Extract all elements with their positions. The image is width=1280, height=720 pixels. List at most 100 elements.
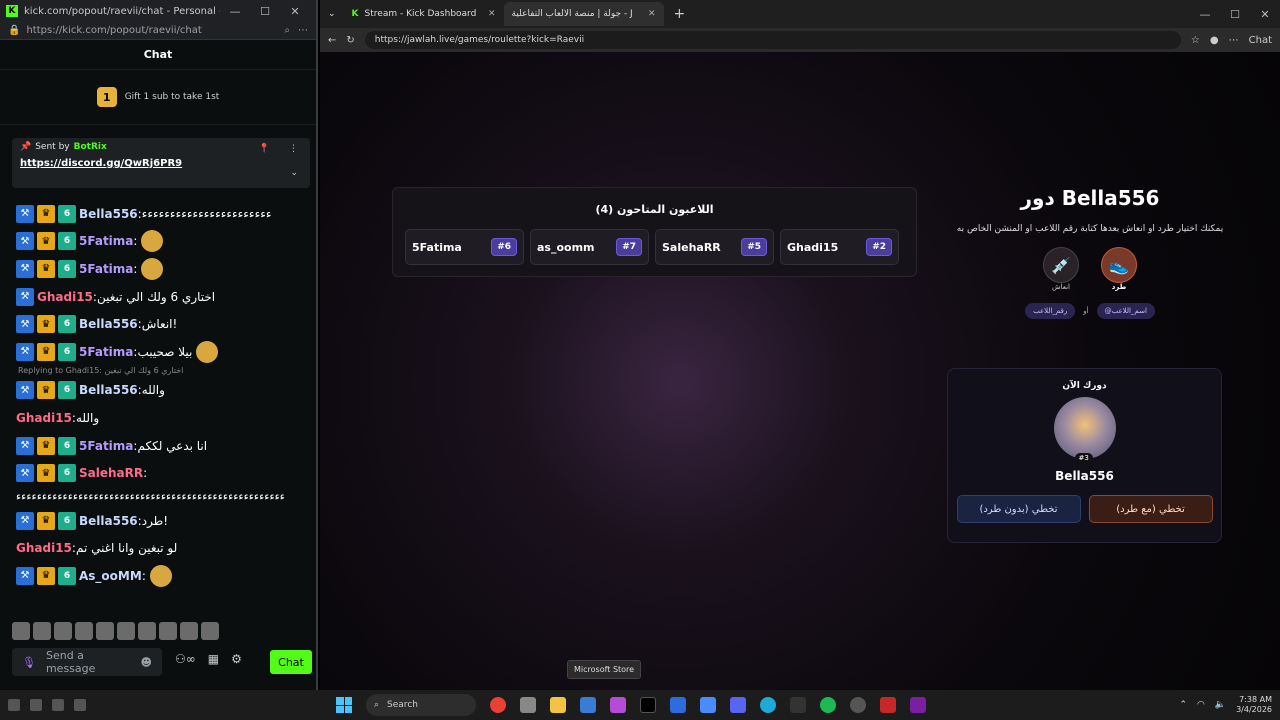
discord-icon[interactable] (730, 697, 746, 713)
taskbar-search[interactable]: ⌕ Search (366, 694, 476, 716)
start-icon[interactable] (336, 697, 352, 713)
kick-url[interactable]: https://kick.com/popout/raevii/chat (26, 25, 284, 36)
kick-action[interactable]: 👟 طرد (1101, 247, 1137, 291)
chat-username[interactable]: Bella556 (79, 207, 138, 221)
crown-badge-icon[interactable]: ♛ (37, 315, 55, 334)
skip-with-kick-button[interactable]: تخطي (مع طرد) (1088, 495, 1213, 523)
store-icon[interactable] (580, 697, 596, 713)
crown-badge-icon[interactable]: ♛ (37, 511, 55, 530)
chat-message[interactable]: ⚒ ♛ 6 5Fatima: بيلا صحيبب (0, 338, 316, 366)
tab-close-icon[interactable]: ✕ (488, 9, 496, 19)
gear-icon[interactable]: ⚙ (231, 652, 242, 666)
chat-message[interactable]: ⚒ ♛ 6 Bella556: طرد! (0, 507, 316, 535)
tab-actions-icon[interactable]: ⌄ (320, 9, 344, 19)
emoji-icon[interactable]: ☻ (141, 656, 152, 669)
crown-badge-icon[interactable]: ♛ (37, 259, 55, 278)
chat-username[interactable]: SalehaRR (79, 466, 143, 480)
taskbar-app-icon[interactable] (30, 699, 42, 711)
chat-message[interactable]: Ghadi15: لو تبغين وانا اغني تم (0, 535, 316, 563)
refresh-icon[interactable]: ↻ (346, 35, 354, 46)
moderator-badge-icon[interactable]: ⚒ (16, 464, 34, 483)
app-icon[interactable] (790, 697, 806, 713)
chat-username[interactable]: Bella556 (79, 317, 138, 331)
moderator-badge-icon[interactable]: ⚒ (16, 436, 34, 455)
sub-badge-icon[interactable]: 6 (58, 436, 76, 455)
emote-icon[interactable] (201, 622, 219, 640)
crown-badge-icon[interactable]: ♛ (37, 381, 55, 400)
app-icon[interactable] (670, 697, 686, 713)
crown-badge-icon[interactable]: ♛ (37, 436, 55, 455)
app-icon[interactable] (850, 697, 866, 713)
player-card[interactable]: SalehaRR #5 (655, 229, 774, 265)
settings-more-icon[interactable]: ⋯ (1229, 35, 1239, 46)
notepad-icon[interactable] (700, 697, 716, 713)
volume-icon[interactable]: 🔈 (1215, 700, 1226, 710)
close-icon[interactable]: ✕ (280, 5, 310, 18)
discord-link[interactable]: https://discord.gg/QwRj6PR9 (20, 158, 302, 169)
emote-icon[interactable] (54, 622, 72, 640)
chat-username[interactable]: 5Fatima (79, 345, 133, 359)
emote-icon[interactable] (75, 622, 93, 640)
app-icon[interactable] (880, 697, 896, 713)
crown-badge-icon[interactable]: ♛ (37, 204, 55, 223)
wifi-icon[interactable]: ◠ (1197, 700, 1205, 710)
address-bar[interactable]: https://jawlah.live/games/roulette?kick=… (364, 31, 1181, 49)
chat-message[interactable]: ⚒ ♛ 6 Bella556: انعاش! (0, 310, 316, 338)
chat-message[interactable]: ⚒ ♛ 6 SalehaRR: (0, 459, 316, 487)
chat-username[interactable]: Ghadi15 (16, 411, 72, 425)
maximize-icon[interactable]: ☐ (1220, 8, 1250, 21)
copilot-icon[interactable] (610, 697, 626, 713)
chevron-down-icon[interactable]: ⌄ (290, 168, 298, 178)
sub-badge-icon[interactable]: 6 (58, 381, 76, 400)
message-input[interactable]: 🎙 Send a message ☻ (12, 648, 162, 676)
chat-username[interactable]: 5Fatima (79, 439, 133, 453)
moderator-badge-icon[interactable]: ⚒ (16, 342, 34, 361)
unpin-icon[interactable]: 📍 (259, 144, 270, 154)
tiktok-icon[interactable] (640, 697, 656, 713)
revive-action[interactable]: 💉 انعاش (1043, 247, 1079, 291)
settings-icon[interactable] (520, 697, 536, 713)
chat-username[interactable]: 5Fatima (79, 234, 133, 248)
copilot-chat-button[interactable]: Chat (1249, 35, 1272, 46)
store-icon[interactable]: ▦ (208, 652, 219, 666)
botrix-name[interactable]: BotRix (74, 142, 107, 152)
taskbar-app-icon[interactable] (52, 699, 64, 711)
chat-send-button[interactable]: Chat (270, 650, 312, 674)
skip-without-kick-button[interactable]: تخطي (بدون طرد) (956, 495, 1081, 523)
chat-message[interactable]: ⚒ ♛ 6 5Fatima: (0, 255, 316, 283)
sub-badge-icon[interactable]: 6 (58, 511, 76, 530)
app-icon[interactable] (910, 697, 926, 713)
close-icon[interactable]: ✕ (1250, 8, 1280, 21)
folder-icon[interactable] (550, 697, 566, 713)
spotify-icon[interactable] (820, 697, 836, 713)
pinned-more-icon[interactable]: ⋮ (289, 144, 298, 154)
sub-badge-icon[interactable]: 6 (58, 464, 76, 483)
moderator-badge-icon[interactable]: ⚒ (16, 315, 34, 334)
chat-message[interactable]: ⚒ ♛ 6 As_ooMM: (0, 562, 316, 590)
tab-jawlah[interactable]: جولة | منصة الألعاب التفاعلية - Jawlah ✕ (503, 2, 664, 26)
chat-username[interactable]: 5Fatima (79, 262, 133, 276)
moderator-badge-icon[interactable]: ⚒ (16, 232, 34, 251)
moderator-badge-icon[interactable]: ⚒ (16, 511, 34, 530)
chat-username[interactable]: Ghadi15 (16, 541, 72, 555)
moderator-badge-icon[interactable]: ⚒ (16, 381, 34, 400)
emote-icon[interactable] (117, 622, 135, 640)
back-icon[interactable]: ← (328, 35, 336, 46)
player-card[interactable]: as_oomm #7 (530, 229, 649, 265)
crown-badge-icon[interactable]: ♛ (37, 232, 55, 251)
minimize-icon[interactable]: — (220, 5, 250, 18)
sub-badge-icon[interactable]: 6 (58, 259, 76, 278)
chat-message[interactable]: Ghadi15: والله (0, 404, 316, 432)
crown-badge-icon[interactable]: ♛ (37, 566, 55, 585)
maximize-icon[interactable]: ☐ (250, 5, 280, 18)
sub-badge-icon[interactable]: 6 (58, 566, 76, 585)
taskbar-app-icon[interactable] (8, 699, 20, 711)
emote-icon[interactable] (96, 622, 114, 640)
player-card[interactable]: 5Fatima #6 (405, 229, 524, 265)
chat-username[interactable]: As_ooMM (79, 569, 142, 583)
clock[interactable]: 7:38 AM 3/4/2026 (1236, 695, 1272, 715)
moderator-badge-icon[interactable]: ⚒ (16, 204, 34, 223)
chat-message[interactable]: ⚒ ♛ 6 Bella556: والله (0, 377, 316, 405)
tray-chevron-icon[interactable]: ⌃ (1179, 700, 1187, 710)
edge-icon[interactable] (760, 697, 776, 713)
